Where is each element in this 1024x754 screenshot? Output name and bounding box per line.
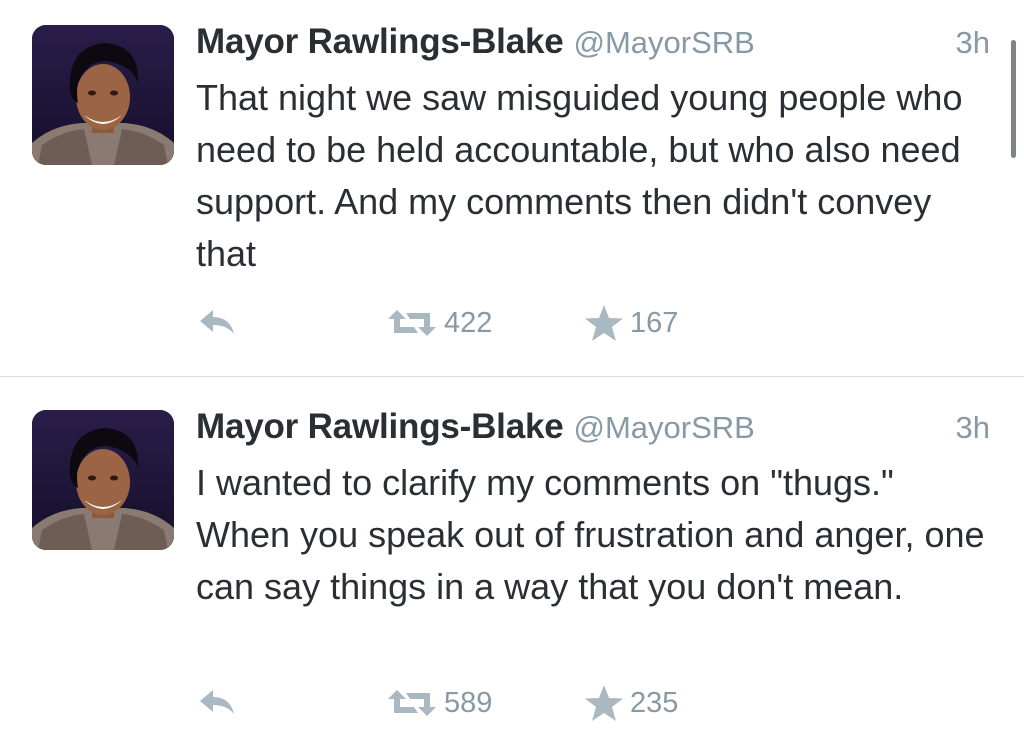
favorite-button[interactable]: 167 <box>584 303 678 343</box>
retweet-icon <box>388 690 436 716</box>
avatar[interactable] <box>32 25 174 165</box>
reply-button[interactable] <box>196 683 238 723</box>
tweet-header: Mayor Rawlings-Blake @MayorSRB 3h <box>196 407 990 447</box>
avatar[interactable] <box>32 410 174 550</box>
reply-icon <box>200 690 234 714</box>
profile-photo <box>32 25 174 165</box>
reply-icon <box>200 310 234 334</box>
reply-button[interactable] <box>196 303 238 343</box>
tweet-header: Mayor Rawlings-Blake @MayorSRB 3h <box>196 22 990 62</box>
retweet-button[interactable]: 589 <box>386 683 492 723</box>
timestamp[interactable]: 3h <box>956 25 990 61</box>
tweet-actions: 589 235 <box>196 683 756 723</box>
author-name[interactable]: Mayor Rawlings-Blake <box>196 407 564 446</box>
favorite-count: 167 <box>630 306 679 339</box>
favorite-count: 235 <box>630 686 679 719</box>
star-icon <box>585 685 623 721</box>
tweet[interactable]: Mayor Rawlings-Blake @MayorSRB 3h That ni… <box>0 0 1024 376</box>
scrollbar[interactable] <box>1011 40 1016 158</box>
star-icon <box>585 305 623 341</box>
tweet-text: That night we saw misguided young people… <box>196 77 963 274</box>
retweet-count: 422 <box>444 306 493 339</box>
author-handle[interactable]: @MayorSRB <box>574 25 755 60</box>
favorite-button[interactable]: 235 <box>584 683 678 723</box>
tweet-text: I wanted to clarify my comments on "thug… <box>196 462 985 607</box>
profile-photo <box>32 410 174 550</box>
author-handle[interactable]: @MayorSRB <box>574 410 755 445</box>
retweet-icon <box>388 310 436 336</box>
author-name[interactable]: Mayor Rawlings-Blake <box>196 22 564 61</box>
tweet[interactable]: Mayor Rawlings-Blake @MayorSRB 3h I wante… <box>0 377 1024 754</box>
tweet-actions: 422 167 <box>196 303 756 343</box>
retweet-count: 589 <box>444 686 493 719</box>
timestamp[interactable]: 3h <box>956 410 990 446</box>
retweet-button[interactable]: 422 <box>386 303 492 343</box>
